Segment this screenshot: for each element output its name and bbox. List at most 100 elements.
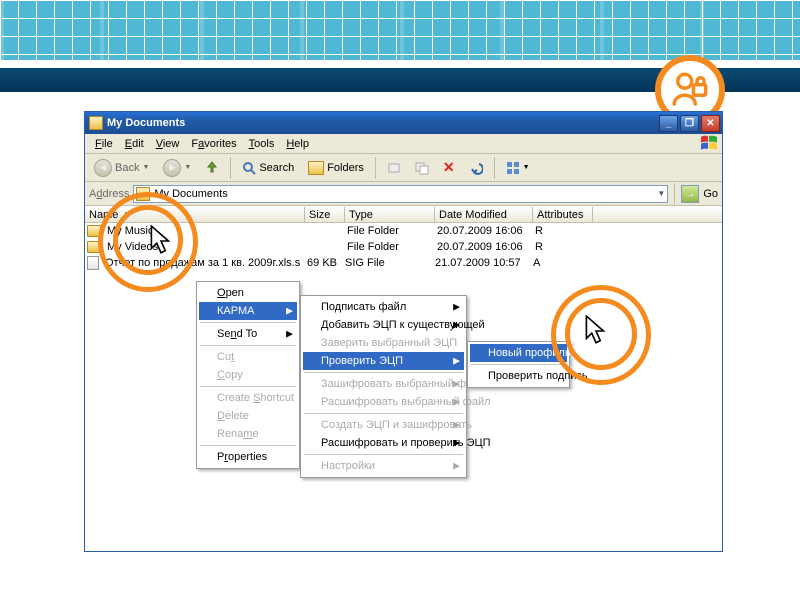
back-button[interactable]: ◄ Back ▼ — [89, 156, 154, 180]
go-label: Go — [703, 188, 718, 200]
menu-file-label: ile — [102, 138, 113, 150]
menu-tools[interactable]: Tools — [243, 136, 281, 152]
menu-file[interactable]: File — [89, 136, 119, 152]
ctx-certify[interactable]: Заверить выбранный ЭЦП — [303, 334, 464, 352]
col-type[interactable]: Type — [345, 207, 435, 222]
dropdown-icon: ▼ — [142, 164, 149, 171]
delete-button[interactable]: ✕ — [438, 156, 460, 179]
file-size: 69 KB — [301, 257, 341, 269]
ctx-separator — [304, 372, 463, 373]
explorer-window: My Documents _ ❐ ✕ File Edit View Favori… — [84, 111, 723, 552]
context-menu-karma[interactable]: Подписать файл▶ Добавить ЭЦП к существую… — [300, 295, 467, 478]
menu-favorites[interactable]: Favorites — [185, 136, 242, 152]
ctx-delete[interactable]: Delete — [199, 407, 297, 425]
ctx-properties[interactable]: Properties — [199, 448, 297, 466]
delete-icon: ✕ — [443, 159, 455, 176]
dropdown-icon: ▼ — [184, 164, 191, 171]
toolbar-separator — [375, 157, 376, 179]
file-list[interactable]: My Music File Folder 20.07.2009 16:06 R … — [85, 223, 722, 551]
copyto-icon — [415, 161, 429, 175]
ctx-verify-sig[interactable]: Проверить подпись — [470, 367, 567, 385]
list-item[interactable]: My Videos File Folder 20.07.2009 16:06 R — [85, 239, 722, 255]
ctx-sign-file[interactable]: Подписать файл▶ — [303, 298, 464, 316]
ctx-separator — [200, 386, 296, 387]
menu-edit[interactable]: Edit — [119, 136, 150, 152]
file-attr: A — [529, 257, 589, 269]
ctx-settings[interactable]: Настройки▶ — [303, 457, 464, 475]
address-value: My Documents — [154, 188, 227, 200]
ctx-separator — [200, 445, 296, 446]
address-label: Address — [89, 188, 129, 200]
search-button[interactable]: Search — [237, 158, 299, 178]
toolbar-separator — [230, 157, 231, 179]
search-icon — [242, 161, 256, 175]
ctx-encrypt[interactable]: Зашифровать выбранный файл▶ — [303, 375, 464, 393]
undo-icon — [469, 161, 483, 175]
file-attr: R — [531, 241, 591, 253]
ctx-new-profile[interactable]: Новый профиль — [470, 344, 567, 362]
ctx-separator — [304, 454, 463, 455]
forward-icon: ► — [163, 159, 181, 177]
folder-icon — [87, 241, 101, 253]
col-attr[interactable]: Attributes — [533, 207, 593, 222]
title-bar[interactable]: My Documents _ ❐ ✕ — [85, 112, 722, 134]
col-name[interactable]: Name▲ — [85, 207, 305, 222]
col-date[interactable]: Date Modified — [435, 207, 533, 222]
slide-background-grid — [0, 0, 800, 60]
column-headers: Name▲ Size Type Date Modified Attributes — [85, 206, 722, 223]
file-attr: R — [531, 225, 591, 237]
go-button[interactable]: → — [681, 185, 699, 203]
dropdown-icon: ▼ — [523, 164, 530, 171]
ctx-decrypt-check[interactable]: Расшифровать и проверить ЭЦП▶ — [303, 434, 464, 452]
ctx-karma[interactable]: КАРМА▶ — [199, 302, 297, 320]
ctx-add-sig[interactable]: Добавить ЭЦП к существующей▶ — [303, 316, 464, 334]
back-icon: ◄ — [94, 159, 112, 177]
copyto-button[interactable] — [410, 158, 434, 178]
file-type: File Folder — [343, 225, 433, 237]
ctx-cut[interactable]: Cut — [199, 348, 297, 366]
file-date: 21.07.2009 10:57 — [431, 257, 529, 269]
context-menu-main[interactable]: Open КАРМА▶ Send To▶ Cut Copy Create Sho… — [196, 281, 300, 469]
ctx-sendto[interactable]: Send To▶ — [199, 325, 297, 343]
ctx-separator — [200, 322, 296, 323]
file-type: SIG File — [341, 257, 431, 269]
close-button[interactable]: ✕ — [701, 115, 720, 132]
dropdown-icon[interactable]: ▼ — [657, 189, 665, 198]
maximize-button[interactable]: ❐ — [680, 115, 699, 132]
up-button[interactable] — [200, 158, 224, 178]
menu-view[interactable]: View — [150, 136, 186, 152]
ctx-shortcut[interactable]: Create Shortcut — [199, 389, 297, 407]
forward-button[interactable]: ► ▼ — [158, 156, 196, 180]
file-name: My Music — [103, 225, 303, 237]
minimize-button[interactable]: _ — [659, 115, 678, 132]
context-menu-check[interactable]: Новый профиль Проверить подпись — [467, 341, 570, 388]
ctx-create-enc[interactable]: Создать ЭЦП и зашифровать▶ — [303, 416, 464, 434]
menu-bar: File Edit View Favorites Tools Help — [85, 134, 722, 154]
folders-button[interactable]: Folders — [303, 158, 369, 178]
search-label: Search — [259, 162, 294, 174]
back-label: Back — [115, 162, 139, 174]
col-size[interactable]: Size — [305, 207, 345, 222]
file-name: Отчет по продажам за 1 кв. 2009г.xls.sig — [101, 257, 301, 269]
col-spacer — [593, 207, 722, 222]
up-icon — [205, 161, 219, 175]
ctx-copy[interactable]: Copy — [199, 366, 297, 384]
file-icon — [87, 256, 99, 270]
ctx-rename[interactable]: Rename — [199, 425, 297, 443]
moveto-button[interactable] — [382, 158, 406, 178]
folders-icon — [308, 161, 324, 175]
list-item[interactable]: Отчет по продажам за 1 кв. 2009г.xls.sig… — [85, 255, 722, 271]
list-item[interactable]: My Music File Folder 20.07.2009 16:06 R — [85, 223, 722, 239]
ctx-open[interactable]: Open — [199, 284, 297, 302]
views-button[interactable]: ▼ — [501, 158, 535, 178]
undo-button[interactable] — [464, 158, 488, 178]
file-type: File Folder — [343, 241, 433, 253]
address-input[interactable]: My Documents ▼ — [133, 185, 668, 203]
menu-help[interactable]: Help — [280, 136, 315, 152]
toolbar: ◄ Back ▼ ► ▼ Search Folders ✕ ▼ — [85, 154, 722, 182]
file-name: My Videos — [103, 241, 303, 253]
ctx-decrypt[interactable]: Расшифровать выбранный файл▶ — [303, 393, 464, 411]
window-title: My Documents — [107, 117, 185, 129]
folder-icon — [136, 187, 150, 201]
ctx-check-sig[interactable]: Проверить ЭЦП▶ — [303, 352, 464, 370]
